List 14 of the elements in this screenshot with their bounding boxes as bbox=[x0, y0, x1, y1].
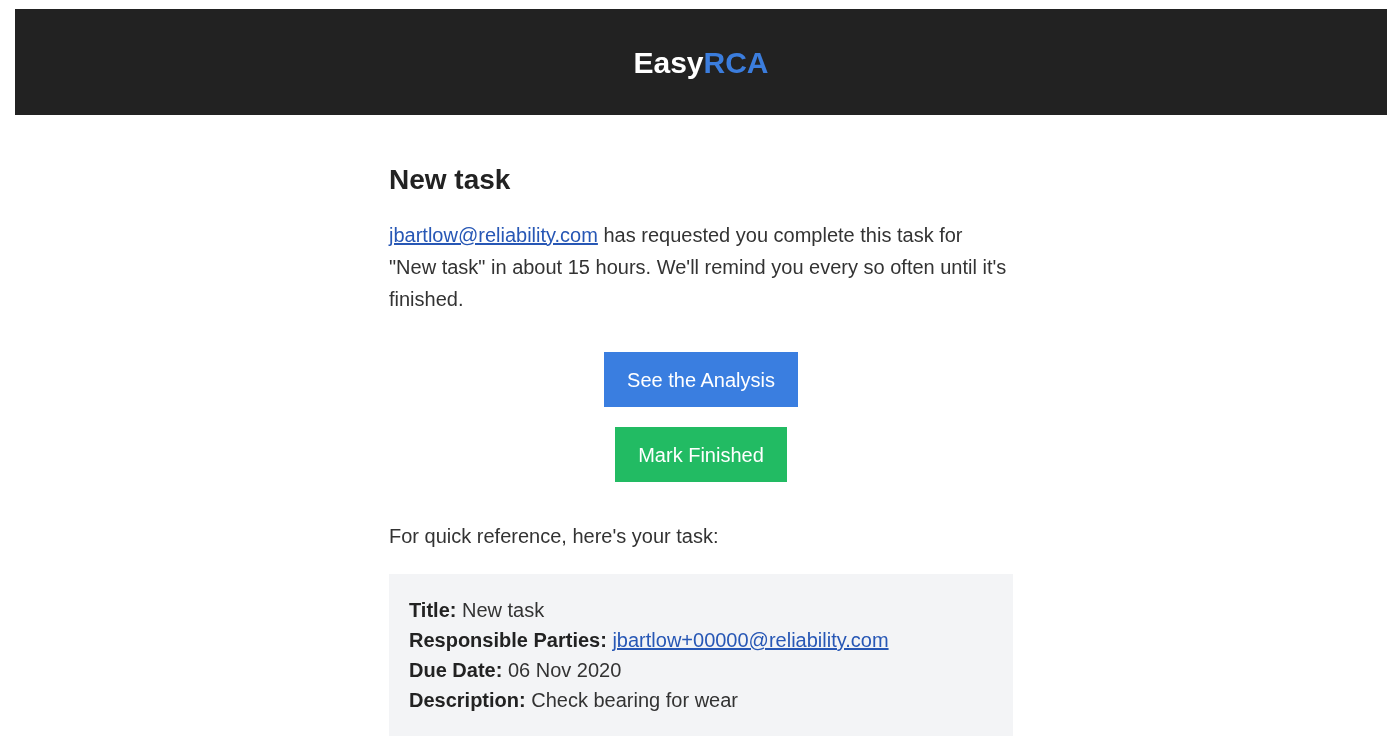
reference-note: For quick reference, here's your task: bbox=[389, 524, 720, 549]
detail-value: 06 Nov 2020 bbox=[507, 659, 622, 681]
heading: New task bbox=[389, 164, 512, 196]
see-analysis-button[interactable]: See the Analysis bbox=[604, 352, 798, 407]
intro-paragraph: jbartlow@reliability.com has requested you complete this task for "New task" in about 15 hours. We'll remind you every so often until it's finished. bbox=[389, 223, 1008, 312]
detail-label: Due Date: bbox=[409, 659, 503, 681]
logo: EasyRCA bbox=[633, 46, 769, 78]
email-link[interactable]: jbartlow@reliability.com bbox=[389, 224, 598, 246]
detail-value: Check bearing for wear bbox=[531, 689, 739, 711]
detail-label: Description: bbox=[409, 689, 526, 711]
detail-label: Responsible Parties: bbox=[409, 629, 607, 651]
detail-value: New task bbox=[462, 599, 545, 621]
detail-label: Title: bbox=[409, 599, 457, 621]
email-link[interactable]: jbartlow+00000@reliability.com bbox=[612, 629, 889, 651]
